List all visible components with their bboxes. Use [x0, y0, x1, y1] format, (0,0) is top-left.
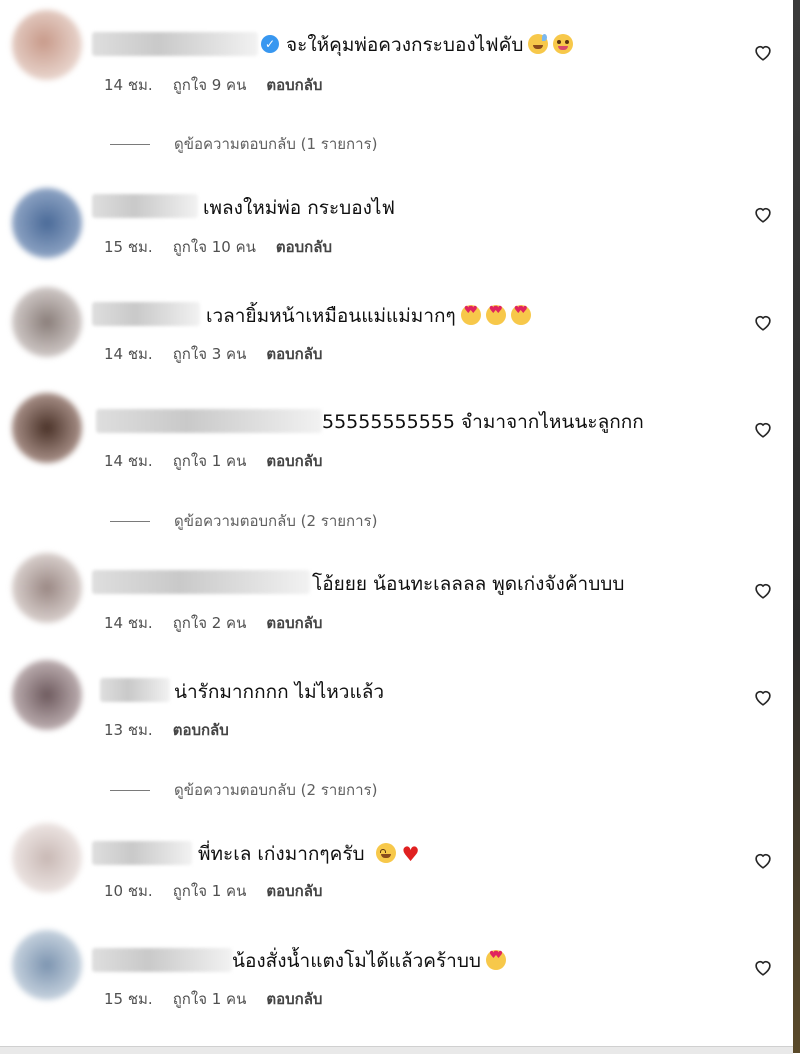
like-heart-icon[interactable]: [752, 203, 774, 225]
avatar[interactable]: [12, 10, 82, 80]
heart-eyes-emoji-icon: [510, 305, 531, 325]
reply-button[interactable]: ตอบกลับ: [266, 614, 322, 632]
verified-badge-icon: ✓: [261, 35, 279, 53]
comment-text: เพลงใหม่พ่อ กระบองไฟ: [203, 197, 395, 219]
divider-line: [110, 144, 150, 145]
avatar[interactable]: [12, 553, 82, 623]
comment-time: 14 ชม.: [104, 614, 153, 632]
like-count[interactable]: ถูกใจ 3 คน: [173, 345, 247, 363]
comment-text: น่ารักมากกกก ไม่ไหวแล้ว: [174, 681, 385, 703]
comment-meta: 13 ชม. ตอบกลับ: [104, 720, 249, 740]
like-heart-icon[interactable]: [752, 956, 774, 978]
reply-button[interactable]: ตอบกลับ: [276, 238, 332, 256]
view-replies-label: ดูข้อความตอบกลับ (2 รายการ): [174, 512, 378, 530]
comment-time: 15 ชม.: [104, 990, 153, 1008]
username-redacted[interactable]: [92, 948, 232, 972]
username-redacted[interactable]: [92, 570, 310, 594]
username-redacted[interactable]: [92, 302, 200, 326]
grinning-sweat-emoji-icon: [528, 34, 549, 54]
comment-meta: 14 ชม. ถูกใจ 2 คน ตอบกลับ: [104, 613, 342, 633]
like-heart-icon[interactable]: [752, 41, 774, 63]
heart-eyes-emoji-icon: [485, 305, 506, 325]
comments-panel: ✓ จะให้คุมพ่อควงกระบองไฟคับ 14 ชม. ถูกใจ …: [0, 0, 793, 1046]
comment-text: เวลายิ้มหน้าเหมือนแม่แม่มากๆ: [206, 305, 456, 327]
winking-tongue-emoji-icon: [553, 34, 574, 54]
avatar[interactable]: [12, 930, 82, 1000]
comment-text: 55555555555 จำมาจากไหนนะลูกกก: [322, 411, 644, 433]
reply-button[interactable]: ตอบกลับ: [266, 990, 322, 1008]
avatar[interactable]: [12, 660, 82, 730]
comment-text-row: น้องสั่งน้ำแตงโมได้แล้วคร้าบบ: [232, 948, 506, 974]
like-count[interactable]: ถูกใจ 1 คน: [173, 452, 247, 470]
comment-time: 15 ชม.: [104, 238, 153, 256]
comment-meta: 15 ชม. ถูกใจ 10 คน ตอบกลับ: [104, 237, 352, 257]
comment-time: 14 ชม.: [104, 452, 153, 470]
view-replies-button[interactable]: ดูข้อความตอบกลับ (1 รายการ): [110, 132, 377, 156]
username-redacted[interactable]: [92, 32, 258, 56]
comment-meta: 14 ชม. ถูกใจ 3 คน ตอบกลับ: [104, 344, 342, 364]
comment-time: 10 ชม.: [104, 882, 153, 900]
like-count[interactable]: ถูกใจ 9 คน: [173, 76, 247, 94]
like-heart-icon[interactable]: [752, 418, 774, 440]
avatar[interactable]: [12, 188, 82, 258]
like-heart-icon[interactable]: [752, 849, 774, 871]
view-replies-button[interactable]: ดูข้อความตอบกลับ (2 รายการ): [110, 778, 377, 802]
comment-text-row: จะให้คุมพ่อควงกระบองไฟคับ: [286, 32, 574, 58]
reply-button[interactable]: ตอบกลับ: [266, 882, 322, 900]
heart-eyes-emoji-icon: [485, 950, 506, 970]
comment-text-row: พี่ทะเล เก่งมากๆครับ ♥: [198, 841, 420, 867]
comment-time: 14 ชม.: [104, 345, 153, 363]
like-heart-icon[interactable]: [752, 311, 774, 333]
view-replies-button[interactable]: ดูข้อความตอบกลับ (2 รายการ): [110, 509, 377, 533]
like-heart-icon[interactable]: [752, 579, 774, 601]
like-count[interactable]: ถูกใจ 1 คน: [173, 990, 247, 1008]
comment-text: น้องสั่งน้ำแตงโมได้แล้วคร้าบบ: [232, 950, 481, 972]
comment-meta: 14 ชม. ถูกใจ 1 คน ตอบกลับ: [104, 451, 342, 471]
comment-time: 13 ชม.: [104, 721, 153, 739]
comment-text-row: เวลายิ้มหน้าเหมือนแม่แม่มากๆ: [206, 303, 531, 329]
avatar[interactable]: [12, 823, 82, 893]
comment-text: พี่ทะเล เก่งมากๆครับ: [198, 843, 365, 865]
red-heart-emoji-icon: ♥: [401, 842, 420, 866]
smiling-emoji-icon: [375, 843, 396, 863]
view-replies-label: ดูข้อความตอบกลับ (2 รายการ): [174, 781, 378, 799]
heart-eyes-emoji-icon: [460, 305, 481, 325]
divider-line: [110, 521, 150, 522]
comment-text: โอ้ยยย น้อนทะเลลลล พูดเก่งจังค้าบบบ: [312, 573, 625, 595]
username-redacted[interactable]: [96, 409, 322, 433]
like-heart-icon[interactable]: [752, 686, 774, 708]
comment-meta: 15 ชม. ถูกใจ 1 คน ตอบกลับ: [104, 989, 342, 1009]
avatar[interactable]: [12, 287, 82, 357]
like-count[interactable]: ถูกใจ 10 คน: [173, 238, 256, 256]
reply-button[interactable]: ตอบกลับ: [266, 452, 322, 470]
comment-time: 14 ชม.: [104, 76, 153, 94]
like-count[interactable]: ถูกใจ 1 คน: [173, 882, 247, 900]
avatar[interactable]: [12, 393, 82, 463]
divider-line: [110, 790, 150, 791]
reply-button[interactable]: ตอบกลับ: [266, 76, 322, 94]
comment-meta: 14 ชม. ถูกใจ 9 คน ตอบกลับ: [104, 75, 342, 95]
window-edge-right: [793, 0, 800, 1053]
username-redacted[interactable]: [92, 841, 192, 865]
reply-button[interactable]: ตอบกลับ: [173, 721, 229, 739]
view-replies-label: ดูข้อความตอบกลับ (1 รายการ): [174, 135, 378, 153]
comment-meta: 10 ชม. ถูกใจ 1 คน ตอบกลับ: [104, 881, 342, 901]
comment-text: จะให้คุมพ่อควงกระบองไฟคับ: [286, 34, 524, 56]
username-redacted[interactable]: [92, 194, 198, 218]
username-redacted[interactable]: [100, 678, 170, 702]
like-count[interactable]: ถูกใจ 2 คน: [173, 614, 247, 632]
reply-button[interactable]: ตอบกลับ: [266, 345, 322, 363]
